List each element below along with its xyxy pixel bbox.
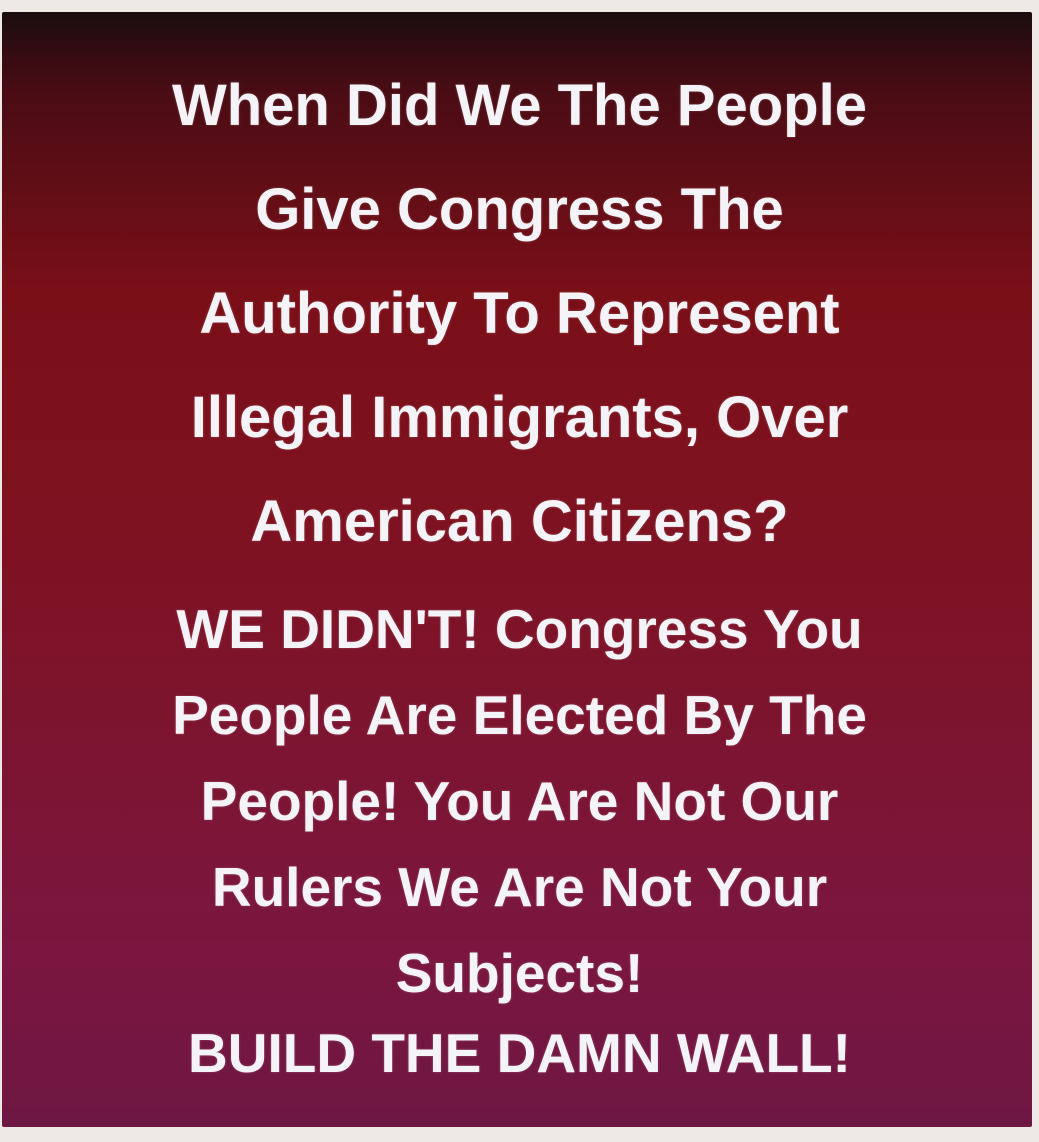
question-line-2: Give Congress The [255, 177, 784, 242]
answer-line-3: People! You Are Not Our [200, 770, 839, 832]
question-line-3: Authority To Represent [199, 281, 840, 346]
question-line-4: Illegal Immigrants, Over [190, 385, 849, 450]
answer-line-1: WE DIDN'T! Congress You [176, 598, 863, 660]
answer-line-5: Subjects! [395, 942, 644, 1004]
question-line-5: American Citizens? [250, 489, 789, 554]
answer-line-2: People Are Elected By The [172, 684, 867, 746]
answer-line-4: Rulers We Are Not Your [211, 856, 828, 918]
question-line-1: When Did We The People [172, 73, 867, 138]
closing-line: BUILD THE DAMN WALL! [188, 1022, 851, 1084]
photo-frame: When Did We The People Give Congress The… [0, 0, 1039, 1142]
